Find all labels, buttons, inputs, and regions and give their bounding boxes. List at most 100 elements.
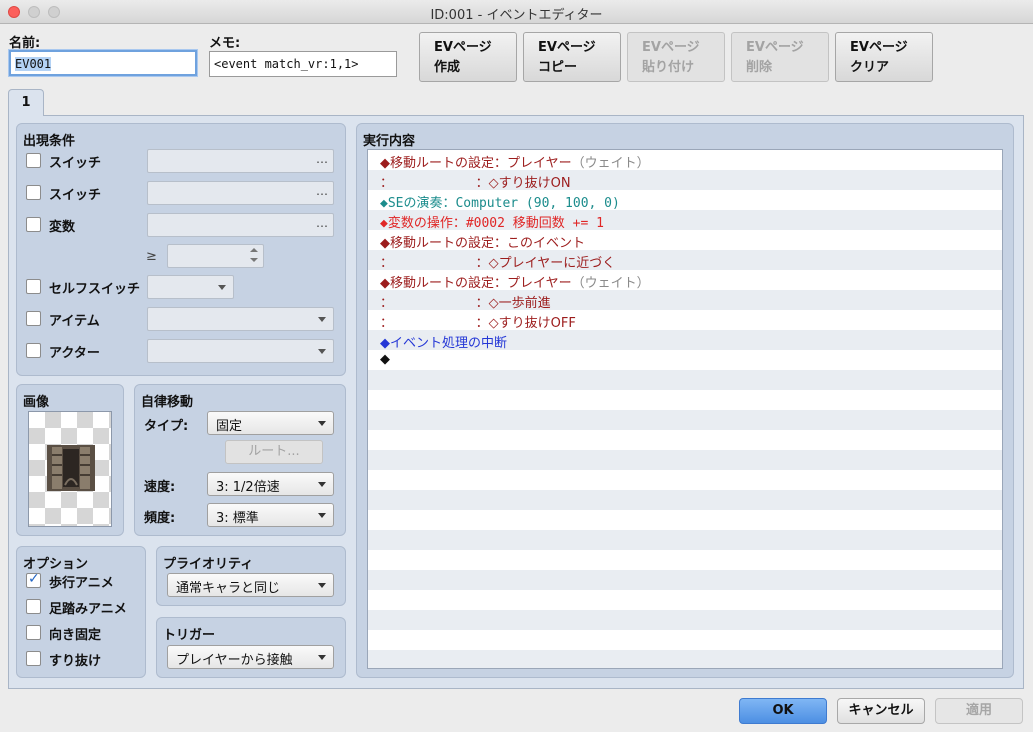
actor-label: アクター [49, 346, 100, 361]
command-row[interactable] [368, 590, 1002, 610]
button-line1: EVページ [434, 40, 492, 55]
priority-value: 通常キャラと同じ [176, 581, 281, 596]
command-row[interactable] [368, 450, 1002, 470]
button-line2: クリア [850, 60, 890, 75]
through-checkbox[interactable] [26, 651, 41, 666]
command-row[interactable] [368, 530, 1002, 550]
command-row[interactable] [368, 410, 1002, 430]
tab-page-1[interactable]: 1 [8, 89, 44, 116]
command-row[interactable] [368, 470, 1002, 490]
walking-anim-label: 歩行アニメ [49, 576, 114, 591]
command-row[interactable]: ： ：◇すり抜けON [368, 170, 1002, 191]
ev-page-paste-button[interactable]: EVページ 貼り付け [627, 32, 725, 82]
cancel-button[interactable]: キャンセル [837, 698, 925, 724]
frequency-select[interactable]: 3: 標準 [207, 503, 334, 527]
button-line1: EVページ [538, 40, 596, 55]
name-value: EV001 [15, 57, 52, 71]
ellipsis-icon: … [316, 184, 328, 198]
command-row[interactable]: ◆イベント処理の中断 [368, 330, 1002, 351]
ok-button[interactable]: OK [739, 698, 827, 724]
trigger-title: トリガー [163, 628, 216, 643]
switch2-field[interactable]: … [147, 181, 334, 205]
command-row[interactable] [368, 570, 1002, 590]
command-row[interactable] [368, 430, 1002, 450]
button-line2: 貼り付け [642, 60, 695, 75]
item-label: アイテム [49, 314, 100, 329]
type-select[interactable]: 固定 [207, 411, 334, 435]
variable-checkbox[interactable] [26, 217, 41, 232]
command-text: ◆変数の操作：#0002 移動回数 += 1 [380, 216, 604, 231]
stepping-anim-checkbox[interactable] [26, 599, 41, 614]
stepper-up-icon[interactable] [250, 248, 258, 252]
self-switch-checkbox[interactable] [26, 279, 41, 294]
command-row[interactable] [368, 650, 1002, 668]
switch2-label: スイッチ [49, 188, 102, 203]
switch1-checkbox[interactable] [26, 153, 41, 168]
command-row[interactable]: ◆SEの演奏：Computer (90, 100, 0) [368, 190, 1002, 211]
speed-select[interactable]: 3: 1/2倍速 [207, 472, 334, 496]
command-text: ： ：◇プレイヤーに近づく [380, 256, 616, 271]
autonomous-title: 自律移動 [141, 395, 194, 410]
switch1-field[interactable]: … [147, 149, 334, 173]
command-text-wrap: ◆移動ルートの設定：プレイヤー（ウェイト） [380, 272, 650, 291]
window-title: ID:001 - イベントエディター [430, 8, 603, 23]
chevron-down-icon [318, 655, 326, 660]
command-row[interactable] [368, 390, 1002, 410]
variable-value-stepper[interactable] [167, 244, 264, 268]
stepper-down-icon[interactable] [250, 258, 258, 262]
command-row[interactable]: ◆移動ルートの設定：プレイヤー（ウェイト） [368, 270, 1002, 291]
ellipsis-icon: … [316, 216, 328, 230]
memo-label: メモ: [209, 36, 241, 51]
button-line2: 作成 [434, 60, 461, 75]
chevron-down-icon [318, 421, 326, 426]
name-field[interactable]: EV001 [9, 50, 197, 76]
memo-field[interactable]: <event match_vr:1,1> [209, 51, 397, 77]
priority-select[interactable]: 通常キャラと同じ [167, 573, 334, 597]
command-row[interactable]: ◆ [368, 350, 1002, 370]
actor-checkbox[interactable] [26, 343, 41, 358]
command-row[interactable] [368, 510, 1002, 530]
item-select[interactable] [147, 307, 334, 331]
command-row[interactable] [368, 370, 1002, 390]
self-switch-select[interactable] [147, 275, 234, 299]
chevron-down-icon [218, 285, 226, 290]
command-row[interactable] [368, 610, 1002, 630]
wait-suffix: （ウェイト） [571, 276, 650, 291]
command-row[interactable] [368, 490, 1002, 510]
command-row[interactable]: ： ：◇プレイヤーに近づく [368, 250, 1002, 271]
event-image[interactable] [28, 411, 112, 527]
frequency-value: 3: 標準 [216, 511, 259, 526]
ev-page-delete-button[interactable]: EVページ 削除 [731, 32, 829, 82]
command-list[interactable]: ◆移動ルートの設定：プレイヤー（ウェイト）： ：◇すり抜けON ◆SEの演奏：Co… [367, 149, 1003, 669]
apply-button[interactable]: 適用 [935, 698, 1023, 724]
command-row[interactable]: ： ：◇一歩前進 [368, 290, 1002, 311]
priority-title: プライオリティ [163, 557, 254, 572]
self-switch-label: セルフスイッチ [49, 282, 141, 297]
ev-page-copy-button[interactable]: EVページ コピー [523, 32, 621, 82]
command-text-wrap: ◆移動ルートの設定：プレイヤー（ウェイト） [380, 152, 650, 171]
button-line2: 削除 [746, 60, 773, 75]
actor-select[interactable] [147, 339, 334, 363]
route-button[interactable]: ルート... [225, 440, 323, 464]
variable-field[interactable]: … [147, 213, 334, 237]
walking-anim-checkbox[interactable] [26, 571, 41, 588]
command-row[interactable]: ◆移動ルートの設定：このイベント [368, 230, 1002, 251]
command-row[interactable]: ： ：◇すり抜けOFF [368, 310, 1002, 331]
command-row[interactable]: ◆変数の操作：#0002 移動回数 += 1 [368, 210, 1002, 231]
command-text: ： ：◇一歩前進 [380, 296, 551, 311]
ellipsis-icon: … [316, 152, 328, 166]
trigger-select[interactable]: プレイヤーから接触 [167, 645, 334, 669]
frequency-label: 頻度: [144, 511, 176, 526]
command-row[interactable] [368, 550, 1002, 570]
item-checkbox[interactable] [26, 311, 41, 326]
switch2-checkbox[interactable] [26, 185, 41, 200]
ev-page-create-button[interactable]: EVページ 作成 [419, 32, 517, 82]
direction-fix-checkbox[interactable] [26, 625, 41, 640]
command-row[interactable] [368, 630, 1002, 650]
command-text: ◆イベント処理の中断 [380, 336, 507, 351]
command-row[interactable]: ◆移動ルートの設定：プレイヤー（ウェイト） [368, 150, 1002, 171]
command-text: ◆移動ルートの設定：プレイヤー [380, 156, 572, 171]
ev-page-clear-button[interactable]: EVページ クリア [835, 32, 933, 82]
speed-label: 速度: [144, 480, 176, 495]
wait-suffix: （ウェイト） [571, 156, 650, 171]
